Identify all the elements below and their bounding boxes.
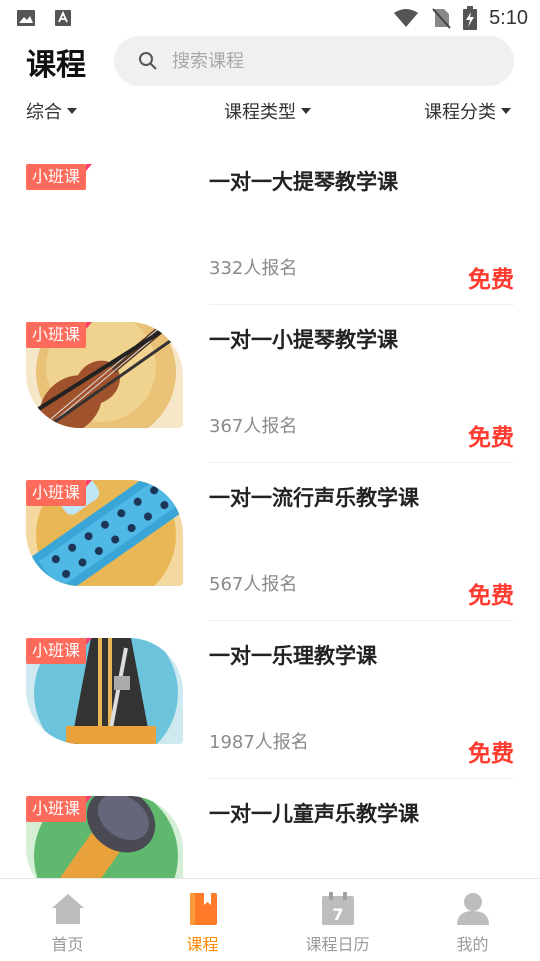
divider [209, 304, 514, 305]
divider [209, 778, 514, 779]
person-icon [456, 893, 489, 925]
no-sim-icon [432, 8, 451, 29]
enrollment-count: 367人报名 [209, 416, 298, 437]
enrollment-count: 1987人报名 [209, 732, 309, 753]
nav-profile[interactable]: 我的 [405, 879, 540, 961]
search-icon [139, 52, 157, 70]
nav-label: 课程 [186, 935, 219, 954]
filter-course-type[interactable]: 课程类型 [224, 98, 311, 124]
course-price: 免费 [468, 425, 514, 451]
course-item[interactable]: 小班课 一对一大提琴教学课 332人报名 免费 [0, 156, 540, 314]
image-notification-icon [17, 10, 35, 26]
home-icon [51, 894, 84, 924]
calendar-icon: 7 [321, 892, 354, 925]
nav-label: 首页 [51, 935, 84, 954]
course-title: 一对一大提琴教学课 [209, 170, 398, 194]
wifi-icon [394, 9, 419, 27]
font-notification-icon [55, 10, 71, 26]
header: 课程 [0, 36, 540, 86]
class-type-badge: 小班课 [26, 638, 93, 664]
search-input[interactable] [170, 49, 494, 73]
divider [209, 462, 514, 463]
nav-label: 我的 [456, 935, 489, 954]
filter-label: 课程分类 [424, 102, 496, 123]
caret-down-icon [501, 108, 511, 114]
filter-course-category[interactable]: 课程分类 [424, 98, 511, 124]
course-price: 免费 [468, 741, 514, 767]
course-title: 一对一流行声乐教学课 [209, 486, 419, 510]
course-price: 免费 [468, 267, 514, 293]
enrollment-count: 332人报名 [209, 258, 298, 279]
caret-down-icon [67, 108, 77, 114]
course-title: 一对一乐理教学课 [209, 644, 377, 668]
search-bar[interactable] [114, 36, 514, 86]
caret-down-icon [301, 108, 311, 114]
status-time: 5:10 [489, 6, 528, 29]
nav-home[interactable]: 首页 [0, 879, 135, 961]
nav-label: 课程日历 [305, 935, 370, 954]
divider [209, 620, 514, 621]
nav-courses[interactable]: 课程 [135, 879, 270, 961]
filter-label: 综合 [26, 102, 62, 123]
class-type-badge: 小班课 [26, 480, 93, 506]
class-type-badge: 小班课 [26, 796, 93, 822]
filter-bar: 综合 课程类型 课程分类 [0, 98, 540, 130]
filter-comprehensive[interactable]: 综合 [26, 98, 77, 124]
page-title: 课程 [26, 48, 86, 83]
course-title: 一对一儿童声乐教学课 [209, 802, 419, 826]
enrollment-count: 567人报名 [209, 574, 298, 595]
filter-label: 课程类型 [224, 102, 296, 123]
course-item[interactable]: 小班课 一对一小提琴教学课 367人报名 免费 [0, 314, 540, 472]
course-item[interactable]: 小班课 一对一流行声乐教学课 567人报名 免费 [0, 472, 540, 630]
course-price: 免费 [468, 583, 514, 609]
battery-charging-icon [463, 6, 478, 30]
calendar-day: 7 [332, 905, 343, 924]
nav-course-calendar[interactable]: 7 课程日历 [270, 879, 405, 961]
class-type-badge: 小班课 [26, 164, 93, 190]
book-icon [189, 893, 217, 925]
course-item[interactable]: 小班课 一对一乐理教学课 1987人报名 免费 [0, 630, 540, 788]
course-title: 一对一小提琴教学课 [209, 328, 398, 352]
class-type-badge: 小班课 [26, 322, 93, 348]
bottom-navigation: 首页 课程 7 课程日历 我的 [0, 878, 540, 961]
status-bar: 5:10 [0, 0, 540, 36]
